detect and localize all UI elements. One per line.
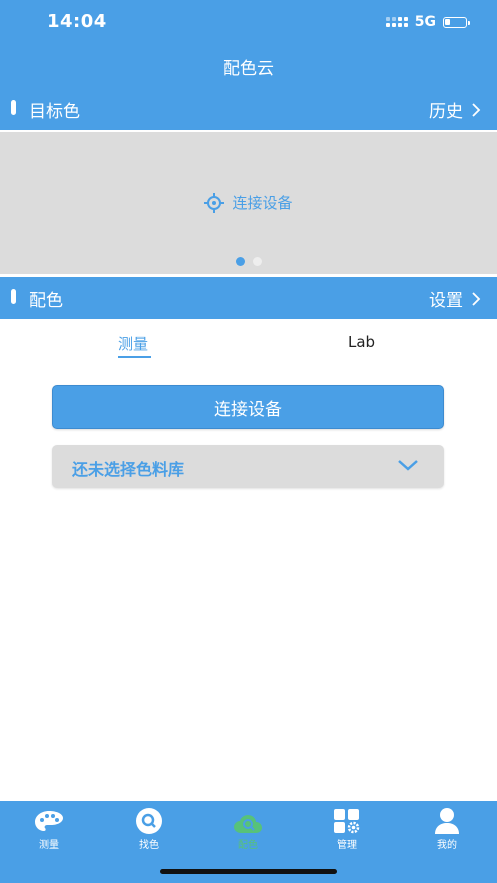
- nav-measure-label: 测量: [39, 840, 59, 851]
- history-link[interactable]: 历史: [429, 97, 481, 122]
- section-marker: [11, 100, 16, 115]
- tab-lab[interactable]: Lab: [348, 333, 375, 351]
- nav-me[interactable]: 我的: [412, 807, 482, 851]
- header: 14:04 5G 配色云: [0, 0, 497, 88]
- settings-link[interactable]: 设置: [429, 286, 481, 311]
- colorant-library-select[interactable]: 还未选择色料库: [52, 445, 444, 488]
- crosshair-icon: [204, 192, 225, 213]
- nav-manage-label: 管理: [337, 840, 357, 851]
- target-color-bar: 目标色 历史: [0, 88, 497, 130]
- signal-icon: [385, 17, 408, 27]
- color-match-title: 配色: [29, 291, 63, 311]
- page-indicator: [0, 257, 497, 266]
- color-match-bar: 配色 设置: [0, 277, 497, 319]
- chevron-right-icon: [472, 291, 481, 306]
- section-marker: [11, 289, 16, 304]
- nav-me-label: 我的: [437, 840, 457, 851]
- status-indicators: 5G: [385, 14, 470, 30]
- target-color-carousel[interactable]: 连接设备: [0, 132, 497, 274]
- battery-icon: [443, 16, 470, 28]
- connect-device-button[interactable]: 连接设备: [52, 385, 444, 429]
- palette-icon: [35, 811, 63, 831]
- network-label: 5G: [414, 14, 436, 30]
- nav-find-color[interactable]: 找色: [114, 807, 184, 851]
- connect-device-label: 连接设备: [232, 194, 293, 212]
- nav-find-color-label: 找色: [139, 840, 159, 851]
- connect-device-link[interactable]: 连接设备: [0, 192, 497, 213]
- history-label: 历史: [429, 102, 463, 122]
- grid-gear-icon: [334, 809, 360, 834]
- nav-color-match-label: 配色: [238, 840, 258, 851]
- mode-tabs: 测量 Lab: [0, 320, 497, 364]
- tab-measure[interactable]: 测量: [118, 333, 148, 354]
- home-indicator[interactable]: [160, 869, 337, 874]
- tab-underline: [118, 356, 151, 358]
- page-dot-active[interactable]: [235, 257, 245, 266]
- page-dot[interactable]: [252, 257, 262, 266]
- status-time: 14:04: [47, 11, 107, 32]
- person-icon: [435, 808, 459, 834]
- chevron-right-icon: [472, 102, 481, 117]
- nav-measure[interactable]: 测量: [14, 807, 84, 851]
- page-title: 配色云: [223, 59, 274, 79]
- chevron-down-icon: [398, 460, 418, 471]
- library-select-value: 还未选择色料库: [72, 460, 185, 479]
- nav-manage[interactable]: 管理: [312, 807, 382, 851]
- search-icon: [136, 808, 162, 834]
- settings-label: 设置: [429, 291, 463, 311]
- cloud-search-icon: [234, 815, 262, 833]
- nav-color-match[interactable]: 配色: [213, 807, 283, 851]
- target-color-title: 目标色: [29, 102, 80, 122]
